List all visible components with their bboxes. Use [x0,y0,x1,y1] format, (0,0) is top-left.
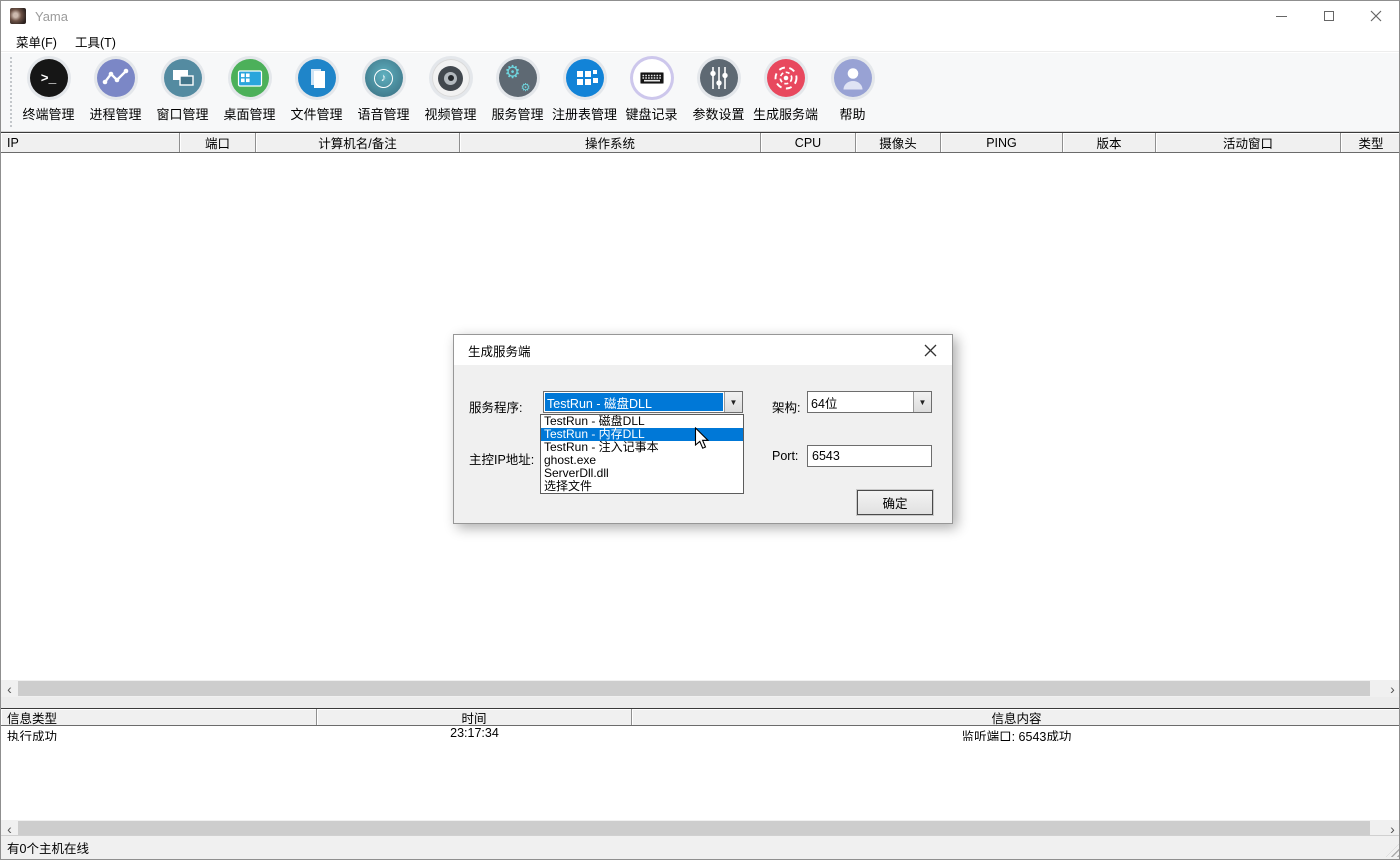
close-icon [924,344,937,357]
log-table-row[interactable]: 执行成功 23:17:34 监听端口: 6543成功 [1,726,1400,741]
dropdown-item[interactable]: ServerDll.dll [541,467,743,480]
dropdown-item[interactable]: 选择文件 [541,480,743,493]
column-header-active-window[interactable]: 活动窗口 [1156,133,1341,152]
column-header-info-content[interactable]: 信息内容 [632,709,1400,725]
build-server-icon [767,59,805,97]
dropdown-item[interactable]: TestRun - 磁盘DLL [541,415,743,428]
toolbar-button-process[interactable]: 进程管理 [82,53,149,131]
dialog-close-button[interactable] [917,340,943,361]
keylogger-icon [633,59,671,97]
toolbar-button-registry[interactable]: 注册表管理 [551,53,618,131]
arch-label: 架构: [772,397,800,416]
hscrollbar-thumb[interactable] [18,821,1370,836]
minimize-icon [1276,16,1287,17]
toolbar-button-audio[interactable]: ♪ 语音管理 [350,53,417,131]
toolbar-button-services[interactable]: ⚙⚙ 服务管理 [484,53,551,131]
help-icon [834,59,872,97]
toolbar-button-desktop[interactable]: 桌面管理 [216,53,283,131]
toolbar-button-settings[interactable]: 参数设置 [685,53,752,131]
column-header-ip[interactable]: IP [1,133,180,152]
desktop-icon [231,59,269,97]
maximize-icon [1324,11,1334,21]
window-controls [1258,1,1399,31]
column-header-ping[interactable]: PING [941,133,1063,152]
toolbar-button-terminal[interactable]: >_ 终端管理 [15,53,82,131]
close-icon [1370,10,1382,22]
maximize-button[interactable] [1305,1,1352,31]
window-icon [164,59,202,97]
minimize-button[interactable] [1258,1,1305,31]
column-header-version[interactable]: 版本 [1063,133,1156,152]
app-icon [10,8,26,24]
chevron-down-icon[interactable]: ▼ [913,392,931,412]
title-bar: Yama [1,1,1399,31]
port-input[interactable] [807,445,932,467]
log-list-area[interactable] [1,741,1400,820]
toolbar-button-window[interactable]: 窗口管理 [149,53,216,131]
service-program-combobox[interactable]: TestRun - 磁盘DLL ▼ [543,391,743,413]
video-icon [432,59,470,97]
toolbar: >_ 终端管理 进程管理 窗口管理 [1,53,1399,132]
service-program-value: TestRun - 磁盘DLL [545,393,723,411]
scroll-left-icon[interactable]: ‹ [1,680,18,697]
master-ip-label: 主控IP地址: [469,449,534,468]
build-server-dialog: 生成服务端 服务程序: TestRun - 磁盘DLL ▼ 架构: 64位 ▼ … [453,334,953,524]
splitter[interactable] [1,697,1400,708]
column-header-type[interactable]: 类型 [1341,133,1400,152]
toolbar-button-video[interactable]: 视频管理 [417,53,484,131]
window-title: Yama [35,9,68,24]
chevron-down-icon[interactable]: ▼ [724,392,742,412]
toolbar-button-keylogger[interactable]: 键盘记录 [618,53,685,131]
menu-item-file[interactable]: 菜单(F) [10,30,63,53]
column-header-time[interactable]: 时间 [317,709,632,725]
column-header-os[interactable]: 操作系统 [460,133,761,152]
column-header-info-type[interactable]: 信息类型 [1,709,317,725]
column-header-cpu[interactable]: CPU [761,133,856,152]
online-hosts-status: 有0个主机在线 [7,838,89,857]
app-window: Yama 菜单(F) 工具(T) >_ 终端管理 [0,0,1400,860]
log-cell-time: 23:17:34 [317,726,632,741]
host-list-hscrollbar[interactable]: ‹ › [1,680,1400,697]
close-button[interactable] [1352,1,1399,31]
menu-item-tools[interactable]: 工具(T) [69,30,122,53]
service-program-dropdown-list: TestRun - 磁盘DLL TestRun - 内存DLL TestRun … [540,414,744,494]
log-table-header: 信息类型 时间 信息内容 [1,708,1400,726]
toolbar-button-help[interactable]: 帮助 [819,53,886,131]
log-cell-content: 监听端口: 6543成功 [632,726,1400,741]
log-cell-type: 执行成功 [1,726,317,741]
file-icon [298,59,336,97]
column-header-camera[interactable]: 摄像头 [856,133,941,152]
column-header-port[interactable]: 端口 [180,133,256,152]
dropdown-item[interactable]: TestRun - 注入记事本 [541,441,743,454]
dropdown-item-selected[interactable]: TestRun - 内存DLL [541,428,743,441]
dropdown-item[interactable]: ghost.exe [541,454,743,467]
service-program-label: 服务程序: [469,397,522,416]
settings-icon [700,59,738,97]
toolbar-button-file[interactable]: 文件管理 [283,53,350,131]
resize-grip-icon[interactable] [1386,844,1399,857]
registry-icon [566,59,604,97]
menu-bar: 菜单(F) 工具(T) [1,31,1399,52]
dialog-title: 生成服务端 [468,341,531,360]
status-bar: 有0个主机在线 [1,835,1400,859]
hscrollbar-thumb[interactable] [18,681,1370,696]
ok-button[interactable]: 确定 [857,490,933,515]
scroll-right-icon[interactable]: › [1384,680,1400,697]
toolbar-button-build-server[interactable]: 生成服务端 [752,53,819,131]
arch-value: 64位 [808,392,913,412]
services-icon: ⚙⚙ [499,59,537,97]
column-header-computer-name[interactable]: 计算机名/备注 [256,133,460,152]
audio-icon: ♪ [365,59,403,97]
arch-combobox[interactable]: 64位 ▼ [807,391,932,413]
terminal-icon: >_ [30,59,68,97]
port-label: Port: [772,449,798,463]
dialog-title-bar: 生成服务端 [454,335,952,365]
host-table-header: IP 端口 计算机名/备注 操作系统 CPU 摄像头 PING 版本 活动窗口 … [1,132,1400,153]
process-icon [97,59,135,97]
